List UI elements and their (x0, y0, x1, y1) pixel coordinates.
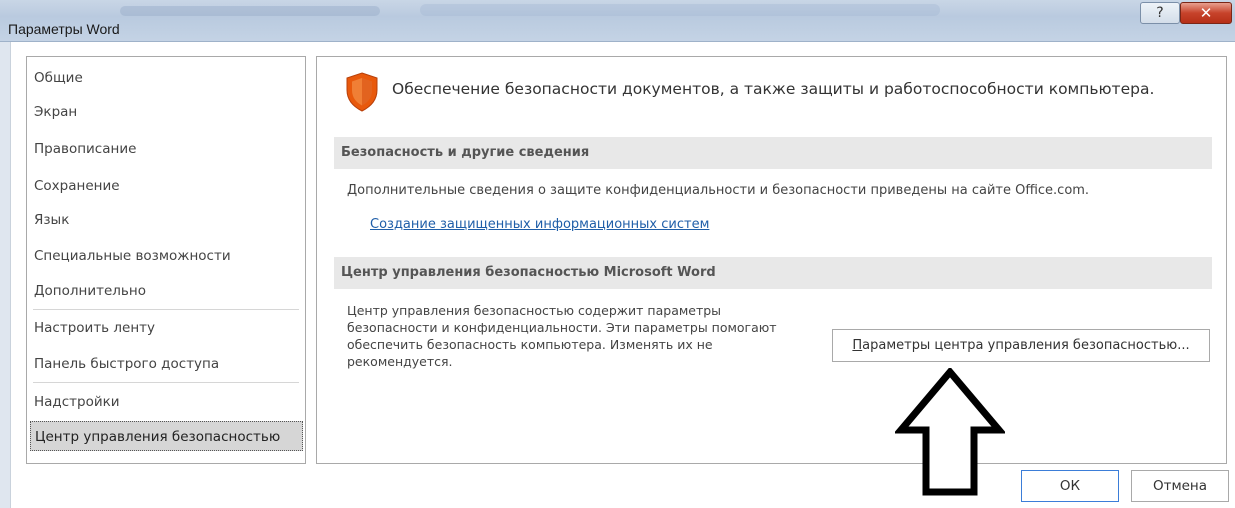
arrow-up-icon (895, 368, 1005, 496)
title-bar-background (120, 6, 380, 16)
close-icon[interactable]: ✕ (1180, 2, 1232, 24)
title-bar[interactable]: Параметры Word ? ✕ (0, 0, 1235, 42)
secure-systems-link[interactable]: Создание защищенных информационных систе… (370, 217, 709, 232)
sidebar-item-proofing[interactable]: Правописание (33, 134, 299, 164)
section-header-trust-center: Центр управления безопасностью Microsoft… (334, 257, 1212, 289)
title-bar-background-2 (420, 4, 940, 16)
trust-center-description: Центр управления безопасностью содержит … (347, 302, 827, 370)
description-line: безопасности и конфиденциальности. Эти п… (347, 320, 777, 335)
section-header-security: Безопасность и другие сведения (334, 137, 1212, 169)
sidebar: Общие Экран Правописание Сохранение Язык… (26, 56, 306, 464)
sidebar-item-quick-access-toolbar[interactable]: Панель быстрого доступа (33, 349, 299, 379)
sidebar-divider (33, 382, 299, 383)
sidebar-item-advanced[interactable]: Дополнительно (33, 276, 299, 306)
panel-heading: Обеспечение безопасности документов, а т… (392, 80, 1155, 98)
shield-icon (346, 72, 378, 112)
cancel-button[interactable]: Отмена (1131, 470, 1229, 502)
help-icon[interactable]: ? (1140, 2, 1180, 24)
sidebar-item-display[interactable]: Экран (33, 97, 299, 127)
window-title: Параметры Word (8, 21, 120, 37)
description-line: Центр управления безопасностью содержит … (347, 303, 722, 318)
security-info-text: Дополнительные сведения о защите конфиде… (347, 183, 1090, 198)
sidebar-item-general[interactable]: Общие (33, 63, 299, 93)
sidebar-item-language[interactable]: Язык (33, 205, 299, 235)
description-line: обеспечить безопасность компьютера. Изме… (347, 337, 713, 352)
trust-center-settings-button[interactable]: Параметры центра управления безопасность… (832, 329, 1210, 362)
sidebar-item-save[interactable]: Сохранение (33, 171, 299, 201)
description-line: рекомендуется. (347, 354, 453, 369)
sidebar-divider (33, 309, 299, 310)
sidebar-item-add-ins[interactable]: Надстройки (33, 387, 299, 417)
sidebar-item-accessibility[interactable]: Специальные возможности (33, 241, 299, 271)
options-dialog: Параметры Word ? ✕ Общие Экран Правописа… (0, 0, 1235, 508)
sidebar-item-customize-ribbon[interactable]: Настроить ленту (33, 313, 299, 343)
button-hotkey: П (852, 338, 863, 353)
ok-button[interactable]: ОК (1021, 470, 1119, 502)
sidebar-item-trust-center[interactable]: Центр управления безопасностью (30, 421, 303, 451)
button-label: араметры центра управления безопасностью… (862, 338, 1190, 353)
